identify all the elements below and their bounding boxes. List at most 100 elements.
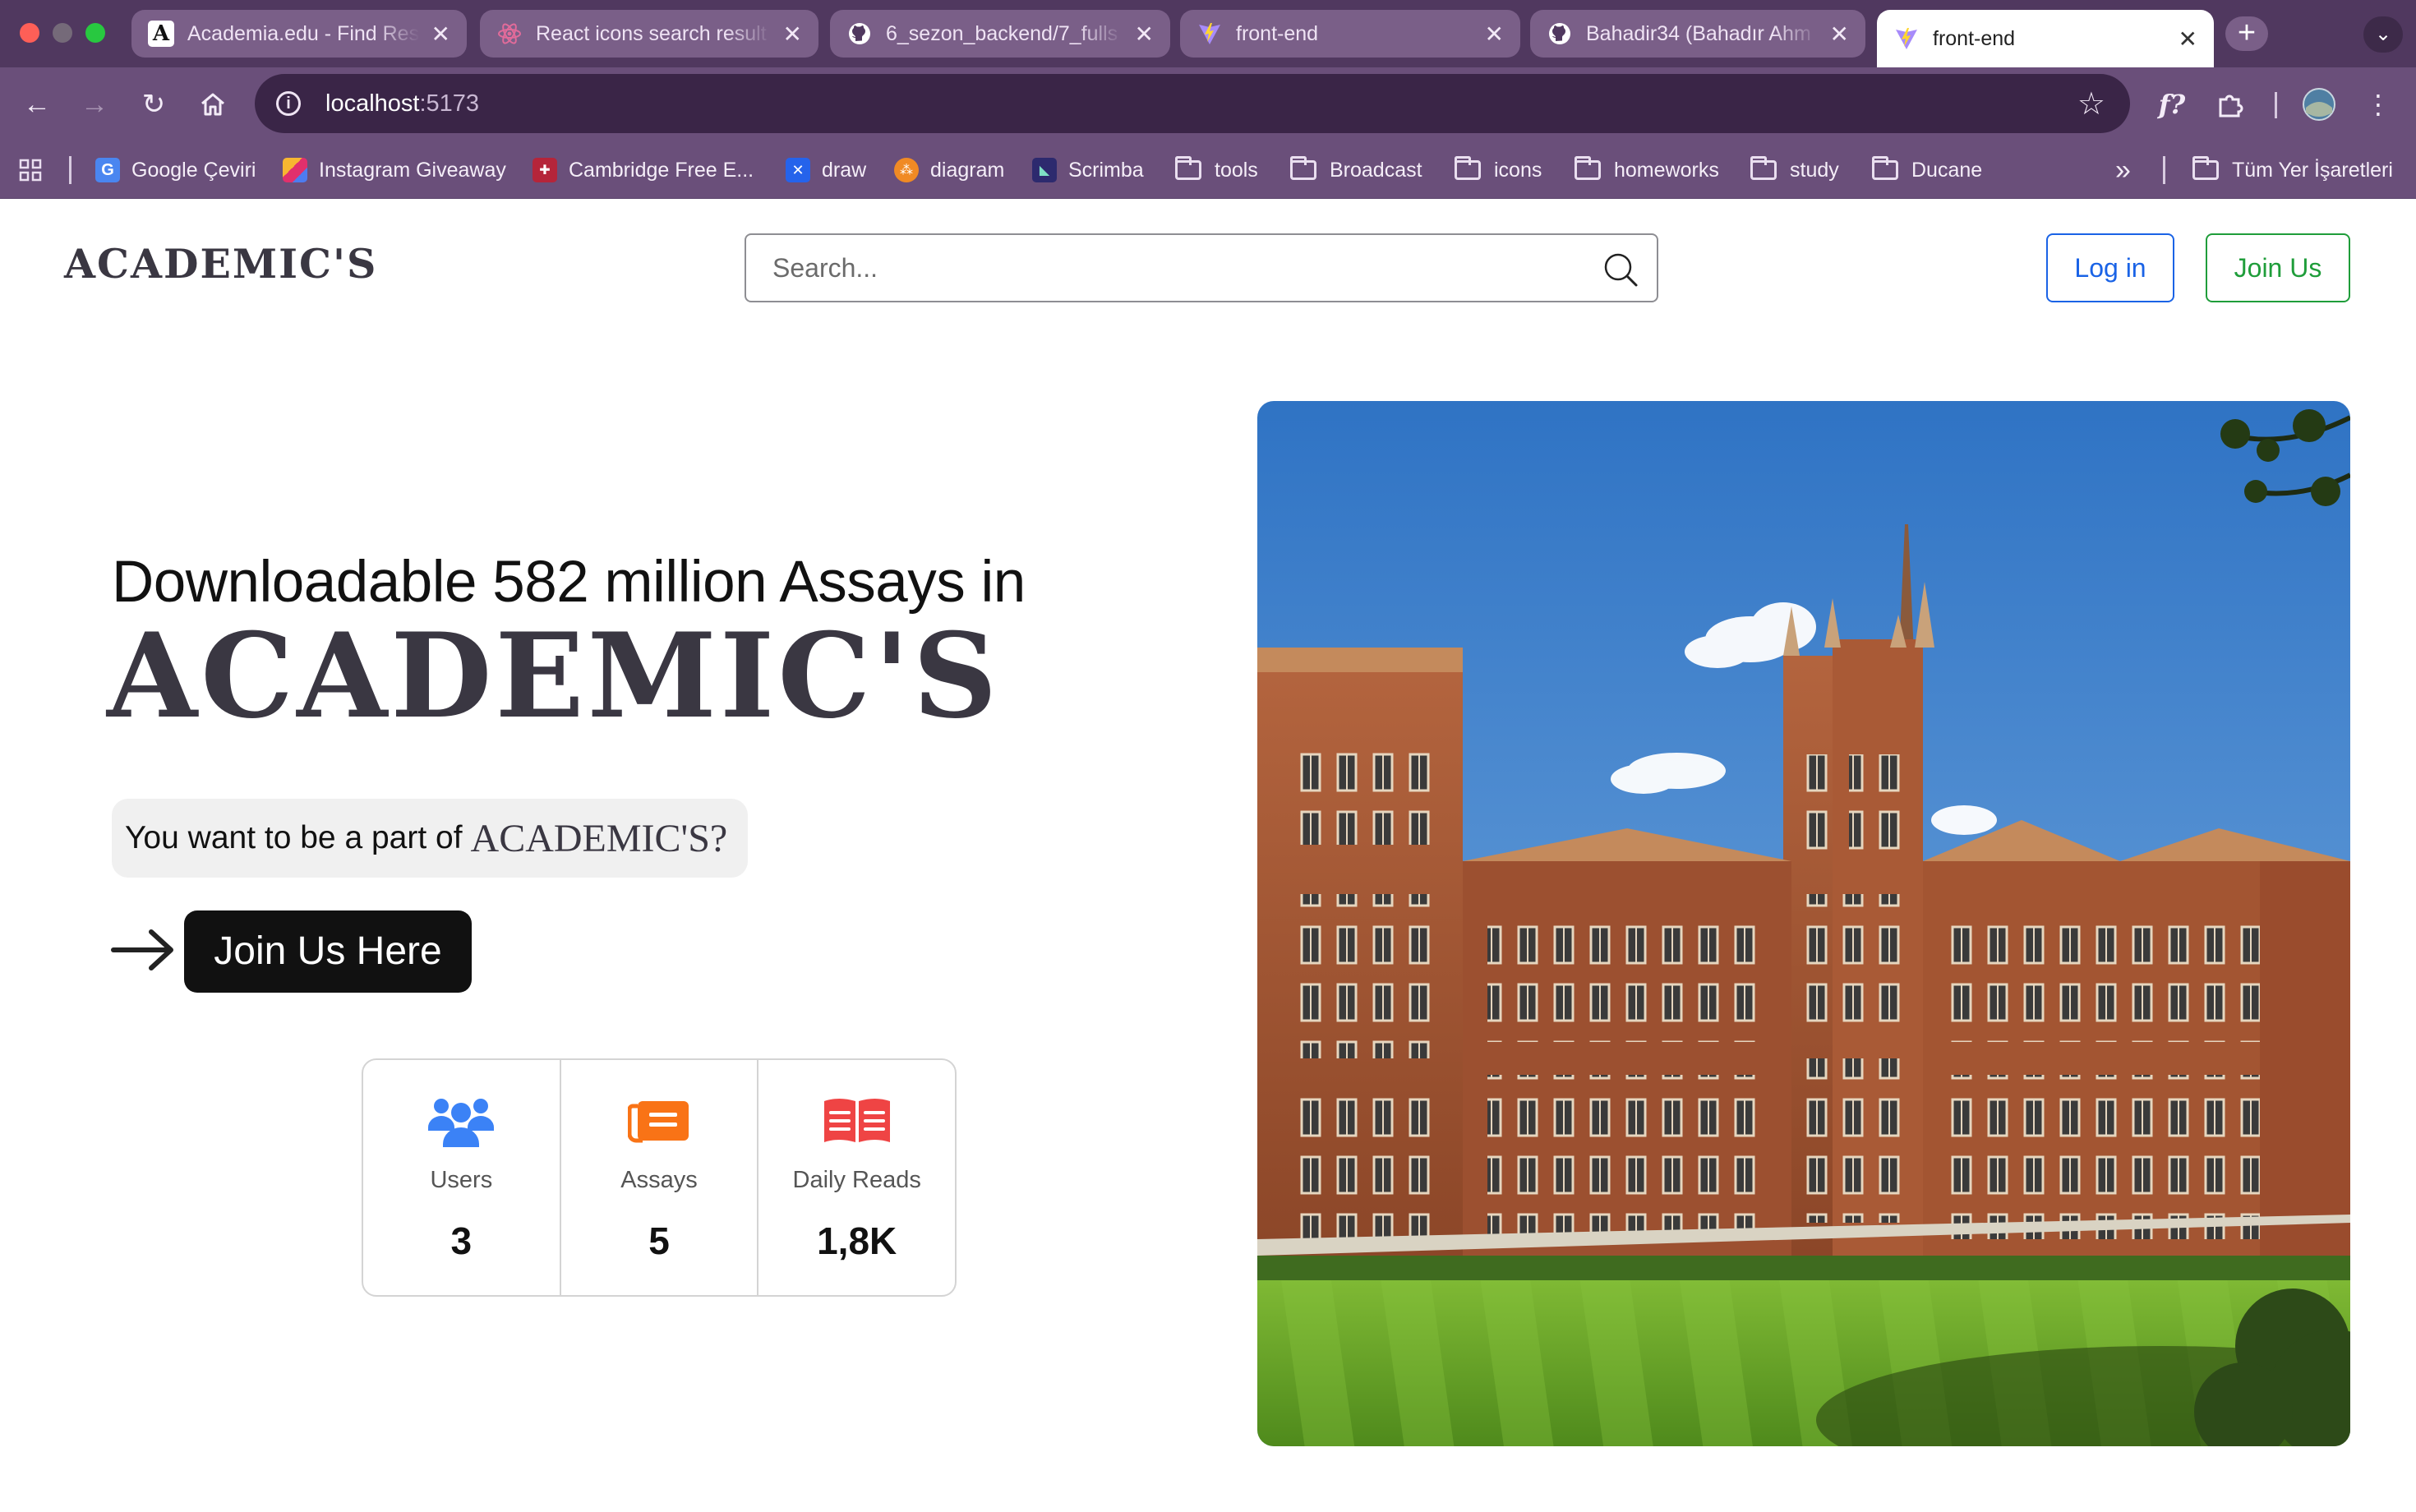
users-icon <box>426 1095 496 1147</box>
close-tab-icon[interactable]: ✕ <box>1485 21 1504 48</box>
site-info-icon[interactable]: i <box>276 91 301 116</box>
search-input[interactable] <box>772 252 1561 284</box>
open-book-icon <box>823 1095 892 1147</box>
bookmark-scrimba[interactable]: ◣ Scrimba <box>1032 141 1144 199</box>
question-brand: ACADEMIC'S? <box>470 816 728 860</box>
github-icon <box>1547 21 1573 47</box>
search-box[interactable] <box>745 233 1658 302</box>
more-bookmarks-icon[interactable]: » <box>2115 141 2131 199</box>
right-arrow-icon <box>110 925 176 975</box>
bookmark-diagram[interactable]: ⁂ diagram <box>894 141 1004 199</box>
bookmark-folder-tools[interactable]: tools <box>1175 141 1258 199</box>
bookmarks-divider <box>2163 156 2165 184</box>
bookmark-folder-broadcast[interactable]: Broadcast <box>1290 141 1422 199</box>
folder-icon <box>1290 156 1316 180</box>
bookmark-cambridge[interactable]: ✚ Cambridge Free E... <box>533 141 754 199</box>
tab-front-end[interactable]: front-end ✕ <box>1180 10 1520 58</box>
browser-menu-icon[interactable]: ⋮ <box>2363 82 2393 127</box>
folder-icon <box>1750 156 1777 180</box>
close-tab-icon[interactable]: ✕ <box>1830 21 1849 48</box>
toolbar-divider <box>2275 92 2277 118</box>
instagram-icon <box>283 158 307 182</box>
folder-icon <box>1575 156 1601 180</box>
bookmark-label: icons <box>1494 158 1542 182</box>
close-tab-icon[interactable]: ✕ <box>783 21 802 48</box>
bookmark-google-ceviri[interactable]: G Google Çeviri <box>95 141 256 199</box>
tab-front-end-active[interactable]: front-end ✕ <box>1877 10 2214 67</box>
campus-building-image <box>1257 401 2350 1446</box>
bookmark-folder-ducane[interactable]: Ducane <box>1872 141 1982 199</box>
tab-title: front-end <box>1236 21 1319 45</box>
diagram-icon: ⁂ <box>894 158 919 182</box>
browser-tab-bar: A Academia.edu - Find Res ✕ React icons … <box>0 0 2416 67</box>
bookmark-folder-homeworks[interactable]: homeworks <box>1575 141 1719 199</box>
folder-icon <box>2192 156 2219 180</box>
bookmark-folder-study[interactable]: study <box>1750 141 1839 199</box>
close-window-button[interactable] <box>20 23 39 43</box>
react-icon <box>496 21 523 47</box>
tab-react-icons[interactable]: React icons search result ✕ <box>480 10 818 58</box>
search-icon[interactable] <box>1602 251 1639 288</box>
tab-title: React icons search result <box>536 21 767 45</box>
login-button[interactable]: Log in <box>2046 233 2174 302</box>
drawio-icon: ✕ <box>786 158 810 182</box>
brand-logo-text[interactable]: ACADEMIC'S <box>64 240 377 288</box>
github-icon <box>846 21 873 47</box>
close-tab-icon[interactable]: ✕ <box>431 21 450 48</box>
profile-avatar[interactable] <box>2301 82 2337 127</box>
all-bookmarks-folder[interactable]: Tüm Yer İşaretleri <box>2192 141 2393 199</box>
stat-daily-reads: Daily Reads 1,8K <box>757 1060 955 1295</box>
close-tab-icon[interactable]: ✕ <box>2179 25 2197 53</box>
address-bar[interactable]: i localhost:5173 ☆ <box>255 74 2130 133</box>
tab-title: Bahadir34 (Bahadır Ahm <box>1586 21 1811 45</box>
font-extension-icon[interactable]: f? <box>2153 82 2191 127</box>
cambridge-icon: ✚ <box>533 158 557 182</box>
home-icon[interactable] <box>192 84 233 125</box>
vite-icon <box>1893 25 1920 52</box>
academia-icon: A <box>148 21 174 47</box>
bookmark-label: tools <box>1215 158 1258 182</box>
stat-value: 1,8K <box>817 1219 897 1262</box>
stat-assays: Assays 5 <box>559 1060 758 1295</box>
minimize-window-button[interactable] <box>53 23 72 43</box>
hero-subtitle: Downloadable 582 million Assays in <box>112 550 1026 615</box>
stat-label: Assays <box>620 1167 698 1193</box>
folder-icon <box>1455 156 1481 180</box>
stats-card: Users 3 Assays 5 Daily Reads 1,8K <box>362 1058 957 1297</box>
newspaper-icon <box>625 1095 694 1147</box>
google-translate-icon: G <box>95 158 120 182</box>
bookmark-label: Ducane <box>1911 158 1983 182</box>
close-tab-icon[interactable]: ✕ <box>1135 21 1154 48</box>
bookmark-star-icon[interactable]: ☆ <box>2077 85 2105 122</box>
bookmarks-bar: G Google Çeviri Instagram Giveaway ✚ Cam… <box>0 141 2416 199</box>
reload-icon[interactable]: ↻ <box>133 84 174 125</box>
new-tab-button[interactable]: + <box>2225 16 2268 51</box>
scrimba-icon: ◣ <box>1032 158 1057 182</box>
join-us-button[interactable]: Join Us <box>2206 233 2350 302</box>
join-us-here-button[interactable]: Join Us Here <box>184 910 472 993</box>
tab-search-chevron-down-icon[interactable]: ⌄ <box>2363 16 2403 53</box>
back-arrow-icon[interactable]: ← <box>16 84 58 125</box>
bookmark-label: diagram <box>930 158 1005 182</box>
stat-value: 3 <box>450 1219 473 1262</box>
vite-icon <box>1196 21 1223 47</box>
url-text: localhost:5173 <box>325 90 480 117</box>
bookmark-folder-icons[interactable]: icons <box>1455 141 1542 199</box>
tab-title: 6_sezon_backend/7_fulls <box>886 21 1118 45</box>
forward-arrow-icon[interactable]: → <box>74 84 115 125</box>
bookmark-draw[interactable]: ✕ draw <box>786 141 866 199</box>
stat-users: Users 3 <box>363 1060 560 1295</box>
question-prefix: You want to be a part of <box>125 820 463 855</box>
tab-academia[interactable]: A Academia.edu - Find Res ✕ <box>131 10 467 58</box>
stat-label: Users <box>430 1167 493 1193</box>
tab-github-repo[interactable]: 6_sezon_backend/7_fulls ✕ <box>830 10 1170 58</box>
bookmark-label: Cambridge Free E... <box>569 158 754 182</box>
tab-github-profile[interactable]: Bahadir34 (Bahadır Ahm ✕ <box>1530 10 1865 58</box>
bookmark-instagram-giveaway[interactable]: Instagram Giveaway <box>283 141 506 199</box>
bookmark-label: Broadcast <box>1330 158 1422 182</box>
bookmark-label: Scrimba <box>1068 158 1144 182</box>
bookmark-label: homeworks <box>1614 158 1719 182</box>
apps-grid-icon[interactable] <box>18 141 43 199</box>
extensions-puzzle-icon[interactable] <box>2211 82 2250 127</box>
maximize-window-button[interactable] <box>85 23 105 43</box>
